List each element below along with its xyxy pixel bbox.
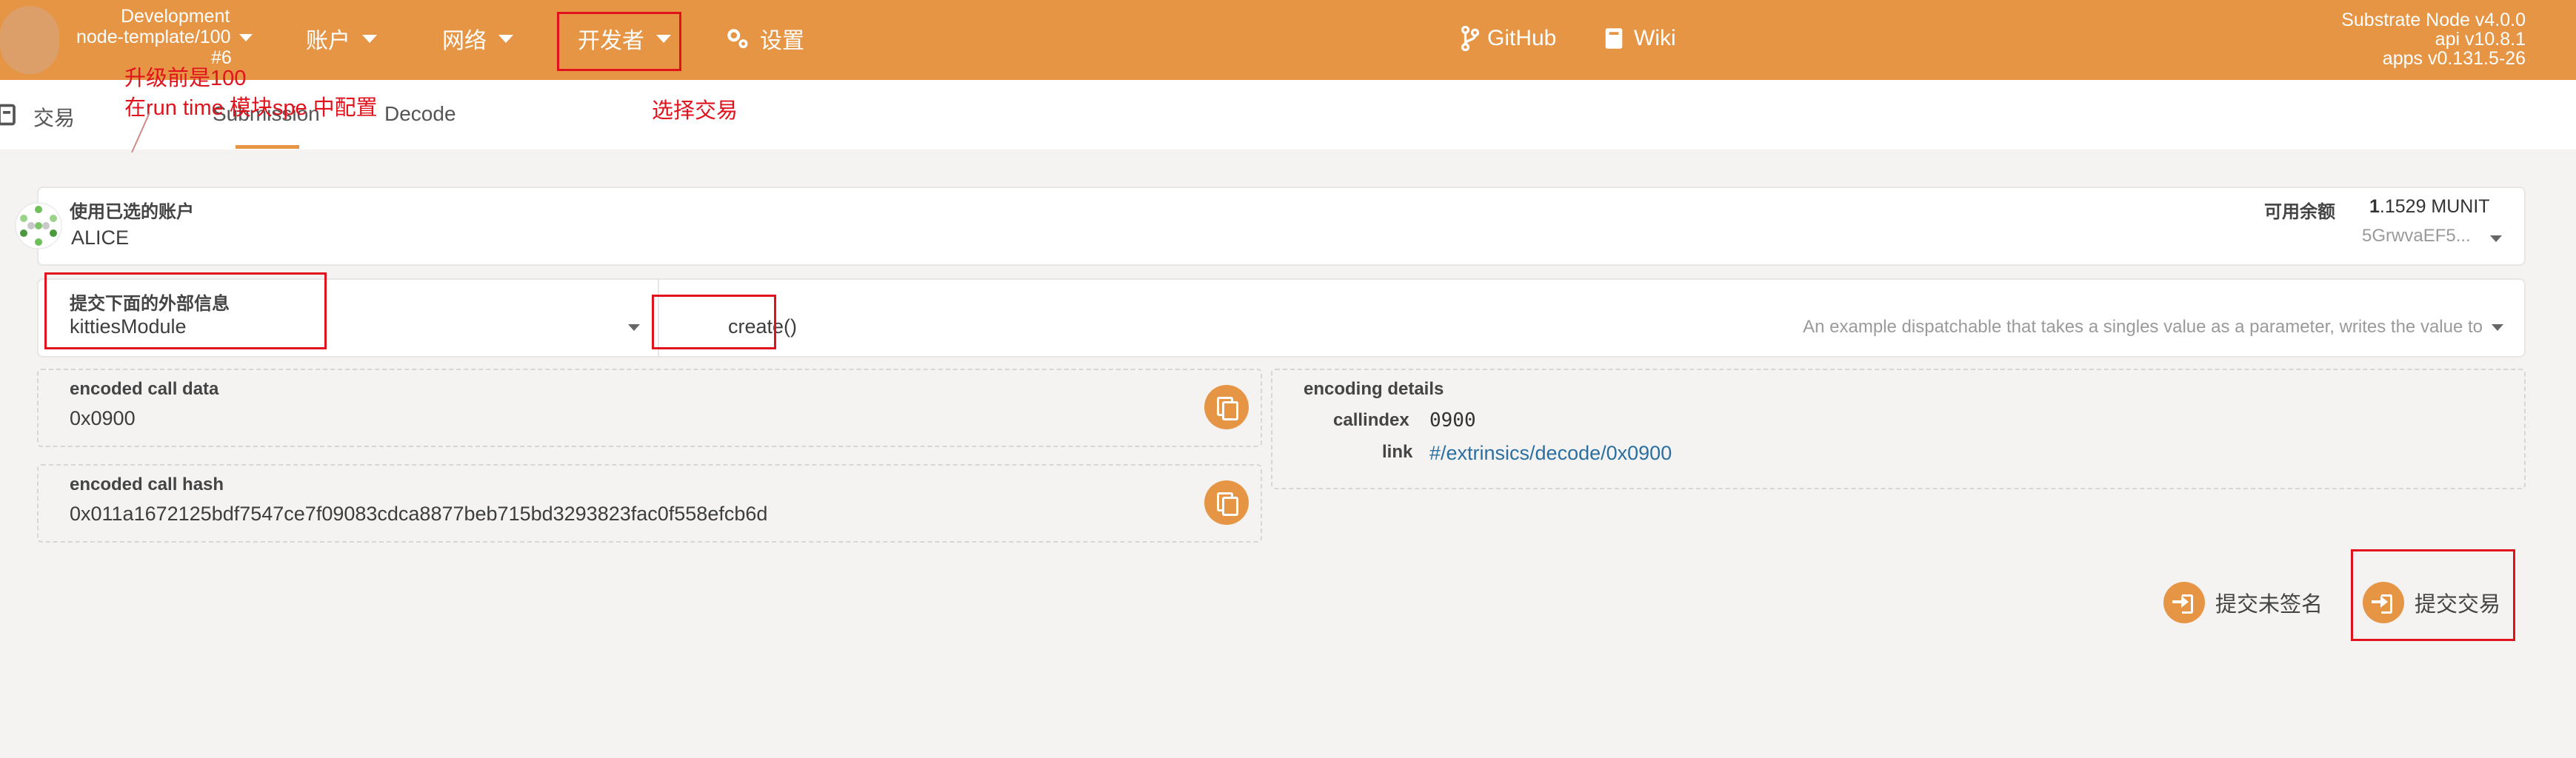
copy-call-hash-button[interactable] bbox=[1204, 480, 1249, 525]
copy-call-data-button[interactable] bbox=[1204, 385, 1249, 429]
chain-name[interactable]: Development bbox=[121, 6, 230, 27]
call-data-label: encoded call data bbox=[70, 379, 219, 399]
method-description: An example dispatchable that takes a sin… bbox=[1803, 317, 2483, 337]
chevron-down-icon bbox=[2490, 235, 2502, 242]
encoded-call-hash: encoded call hash 0x011a1672125bdf7547ce… bbox=[37, 464, 1262, 543]
balance-rest: .1529 MUNIT bbox=[2379, 196, 2490, 217]
annotation-box-method bbox=[652, 295, 776, 349]
chevron-down-icon bbox=[239, 33, 253, 41]
identicon-avatar bbox=[15, 202, 62, 249]
annotation-pointer-line bbox=[131, 112, 150, 153]
annotation-choose-transaction: 选择交易 bbox=[652, 99, 738, 123]
chevron-down-icon bbox=[498, 34, 513, 43]
github-link[interactable]: GitHub bbox=[1461, 22, 1556, 55]
chevron-down-icon bbox=[2492, 324, 2503, 331]
chevron-down-icon bbox=[628, 324, 640, 331]
method-select[interactable]: create() An example dispatchable that ta… bbox=[658, 280, 2526, 356]
sign-in-icon bbox=[2163, 582, 2205, 623]
section-title: 交易 bbox=[33, 107, 76, 130]
call-hash-value: 0x011a1672125bdf7547ce7f09083cdca8877beb… bbox=[70, 503, 768, 525]
balance-label: 可用余额 bbox=[2264, 202, 2335, 222]
encoding-details: encoding details callindex 0900 link #/e… bbox=[1271, 369, 2526, 489]
wiki-link[interactable]: Wiki bbox=[1604, 22, 1676, 55]
chevron-down-icon bbox=[362, 34, 377, 43]
tab-decode[interactable]: Decode bbox=[384, 102, 456, 126]
call-hash-label: encoded call hash bbox=[70, 474, 224, 494]
gear-icon bbox=[727, 29, 748, 49]
node-version: Substrate Node v4.0.0 bbox=[2341, 10, 2526, 30]
balance-value: 1.1529 MUNIT bbox=[2369, 196, 2490, 218]
decode-link[interactable]: #/extrinsics/decode/0x0900 bbox=[1429, 442, 1672, 465]
menu-accounts[interactable]: 账户 bbox=[306, 22, 377, 55]
submit-unsigned-button[interactable]: 提交未签名 bbox=[2163, 582, 2323, 623]
link-label: link bbox=[1382, 442, 1413, 462]
annotation-note-1: 升级前是100 bbox=[124, 67, 247, 90]
annotation-note-2: 在run time 模块spe 中配置 bbox=[124, 96, 378, 120]
menu-network-label: 网络 bbox=[442, 29, 487, 53]
active-tab-indicator bbox=[236, 145, 299, 149]
apps-version: apps v0.131.5-26 bbox=[2382, 48, 2526, 69]
callindex-value: 0900 bbox=[1429, 409, 1476, 432]
call-data-value: 0x0900 bbox=[70, 407, 136, 429]
menu-network[interactable]: 网络 bbox=[442, 22, 513, 55]
runtime-version[interactable]: node-template/100 bbox=[76, 27, 253, 48]
account-name: ALICE bbox=[71, 227, 130, 249]
account-selector[interactable]: 使用已选的账户 ALICE 可用余额 1.1529 MUNIT 5GrwvaEF… bbox=[37, 187, 2526, 266]
github-link-label: GitHub bbox=[1487, 26, 1557, 50]
encoding-details-label: encoding details bbox=[1304, 379, 1444, 399]
menu-settings[interactable]: 设置 bbox=[724, 22, 804, 55]
balance-int: 1 bbox=[2369, 196, 2380, 217]
menu-accounts-label: 账户 bbox=[306, 29, 350, 53]
account-label: 使用已选的账户 bbox=[70, 202, 194, 222]
annotation-box-developer-menu bbox=[557, 12, 681, 71]
wiki-link-label: Wiki bbox=[1634, 26, 1676, 50]
code-branch-icon bbox=[1461, 26, 1480, 51]
top-navigation-bar: Development node-template/100 #6 账户 网络 开… bbox=[0, 0, 2576, 80]
annotation-box-submit bbox=[2351, 549, 2515, 641]
menu-settings-label: 设置 bbox=[760, 29, 804, 53]
sub-navigation-bar: 交易 Submission Decode bbox=[0, 80, 2576, 150]
extrinsics-icon bbox=[0, 104, 16, 126]
book-icon bbox=[1605, 28, 1623, 49]
api-version: api v10.8.1 bbox=[2435, 29, 2526, 50]
extrinsic-selector: 提交下面的外部信息 kittiesModule create() An exam… bbox=[37, 278, 2526, 358]
annotation-box-module bbox=[44, 272, 327, 349]
encoded-call-data: encoded call data 0x0900 bbox=[37, 369, 1262, 447]
account-address: 5GrwvaEF5... bbox=[2362, 226, 2471, 246]
callindex-label: callindex bbox=[1333, 410, 1409, 430]
chain-logo-icon[interactable] bbox=[0, 6, 59, 74]
runtime-version-label: node-template/100 bbox=[76, 27, 231, 47]
submit-unsigned-label: 提交未签名 bbox=[2215, 593, 2323, 617]
